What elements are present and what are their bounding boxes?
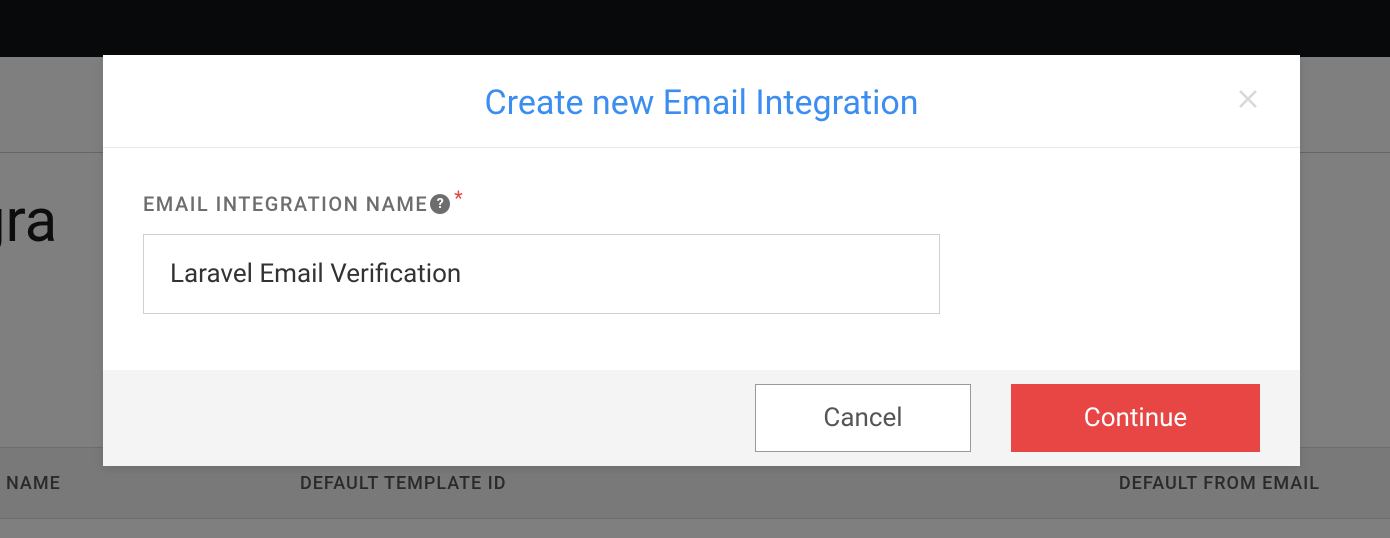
- top-navigation-bar: [0, 0, 1390, 57]
- cancel-button[interactable]: Cancel: [755, 384, 971, 452]
- modal-title: Create new Email Integration: [143, 83, 1260, 123]
- create-email-integration-modal: Create new Email Integration EMAIL INTEG…: [103, 55, 1300, 466]
- help-icon[interactable]: ?: [430, 194, 450, 214]
- close-button[interactable]: [1234, 85, 1262, 113]
- required-indicator: *: [454, 186, 463, 210]
- form-label-row: EMAIL INTEGRATION NAME ? *: [143, 192, 1260, 216]
- close-icon: [1236, 87, 1260, 111]
- integration-name-input[interactable]: [143, 234, 940, 314]
- modal-header: Create new Email Integration: [103, 55, 1300, 148]
- continue-button[interactable]: Continue: [1011, 384, 1260, 452]
- modal-body: EMAIL INTEGRATION NAME ? *: [103, 148, 1300, 370]
- integration-name-label: EMAIL INTEGRATION NAME: [143, 192, 428, 216]
- modal-footer: Cancel Continue: [103, 370, 1300, 466]
